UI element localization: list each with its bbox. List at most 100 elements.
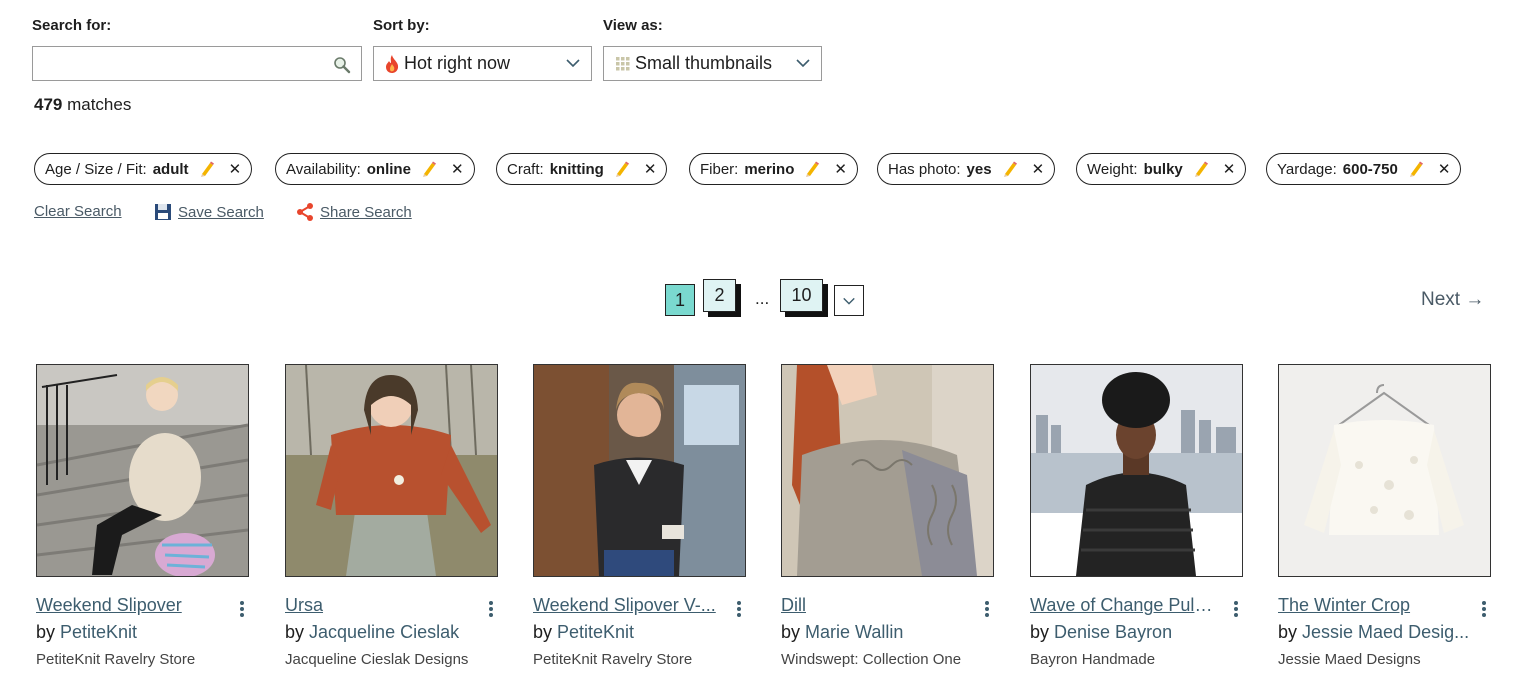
pattern-card[interactable]: The Winter Crop by Jessie Maed Desig... … — [1278, 364, 1491, 668]
remove-filter-icon[interactable]: ✕ — [644, 160, 657, 178]
pattern-byline: by Marie Wallin — [781, 622, 981, 643]
page-button-2[interactable]: 2 — [703, 279, 736, 312]
pattern-source: PetiteKnit Ravelry Store — [533, 651, 693, 668]
clear-search-link[interactable]: Clear Search — [34, 203, 122, 220]
filter-chip-availability[interactable]: Availability: online ✕ — [275, 153, 475, 185]
pattern-byline: by Jacqueline Cieslak — [285, 622, 485, 643]
grid-icon — [616, 56, 630, 70]
pattern-thumbnail[interactable] — [36, 364, 249, 577]
view-select[interactable]: Small thumbnails — [603, 46, 822, 81]
pattern-title-link[interactable]: The Winter Crop — [1278, 595, 1464, 616]
pencil-icon[interactable] — [421, 161, 437, 177]
pattern-thumbnail[interactable] — [781, 364, 994, 577]
pattern-card[interactable]: Ursa by Jacqueline Cieslak Jacqueline Ci… — [285, 364, 498, 668]
filter-key: Craft: — [507, 160, 544, 178]
pattern-source: Windswept: Collection One — [781, 651, 962, 668]
filter-chip-yardage[interactable]: Yardage: 600-750 ✕ — [1266, 153, 1462, 185]
filter-chip-weight[interactable]: Weight: bulky ✕ — [1076, 153, 1247, 185]
filter-value: adult — [152, 160, 189, 178]
page-dropdown-button[interactable] — [834, 285, 864, 316]
search-input-wrapper[interactable] — [32, 46, 362, 81]
filter-chip-has-photo[interactable]: Has photo: yes ✕ — [877, 153, 1056, 185]
filter-key: Has photo: — [888, 160, 961, 178]
filter-value: knitting — [549, 160, 604, 178]
floppy-disk-icon — [155, 204, 171, 220]
pattern-thumbnail[interactable] — [533, 364, 746, 577]
pattern-title-link[interactable]: Weekend Slipover V-... — [533, 595, 719, 616]
save-search-link[interactable]: Save Search — [154, 203, 264, 221]
pattern-author-link[interactable]: PetiteKnit — [60, 622, 137, 642]
pattern-by-prefix: by — [1030, 622, 1055, 642]
pattern-by-prefix: by — [781, 622, 806, 642]
filter-value: 600-750 — [1342, 160, 1398, 178]
pattern-card[interactable]: Dill by Marie Wallin Windswept: Collecti… — [781, 364, 994, 668]
pattern-title-link[interactable]: Dill — [781, 595, 967, 616]
more-options-icon[interactable] — [736, 600, 742, 618]
pencil-icon[interactable] — [1193, 161, 1209, 177]
pattern-author-link[interactable]: Jacqueline Cieslak — [309, 622, 459, 642]
share-search-label[interactable]: Share Search — [320, 204, 412, 221]
more-options-icon[interactable] — [984, 600, 990, 618]
filter-key: Fiber: — [700, 160, 739, 178]
pattern-source: Jacqueline Cieslak Designs — [285, 651, 469, 668]
filter-value: yes — [966, 160, 992, 178]
remove-filter-icon[interactable]: ✕ — [834, 160, 847, 178]
result-count-number: 479 — [34, 95, 63, 114]
pattern-source: PetiteKnit Ravelry Store — [36, 651, 196, 668]
more-options-icon[interactable] — [239, 600, 245, 618]
pencil-icon[interactable] — [614, 161, 630, 177]
filter-key: Age / Size / Fit: — [45, 160, 147, 178]
sort-select[interactable]: Hot right now — [373, 46, 592, 81]
more-options-icon[interactable] — [488, 600, 494, 618]
page-button-10[interactable]: 10 — [780, 279, 823, 312]
pattern-author-link[interactable]: Marie Wallin — [805, 622, 903, 642]
pattern-title-link[interactable]: Weekend Slipover — [36, 595, 222, 616]
sort-label: Sort by: — [373, 17, 430, 34]
filter-chip-fiber[interactable]: Fiber: merino ✕ — [689, 153, 858, 185]
pattern-thumbnail[interactable] — [1278, 364, 1491, 577]
filter-chip-craft[interactable]: Craft: knitting ✕ — [496, 153, 668, 185]
search-input[interactable] — [41, 48, 335, 79]
next-page-link[interactable]: Next → — [1421, 289, 1484, 311]
pattern-source: Jessie Maed Designs — [1278, 651, 1421, 668]
pencil-icon[interactable] — [804, 161, 820, 177]
share-search-link[interactable]: Share Search — [296, 203, 412, 221]
pencil-icon[interactable] — [199, 161, 215, 177]
pattern-by-prefix: by — [1278, 622, 1303, 642]
remove-filter-icon[interactable]: ✕ — [229, 160, 242, 178]
pattern-card[interactable]: Weekend Slipover by PetiteKnit PetiteKni… — [36, 364, 249, 668]
filter-value: bulky — [1143, 160, 1183, 178]
filter-chip-age-size-fit[interactable]: Age / Size / Fit: adult ✕ — [34, 153, 253, 185]
remove-filter-icon[interactable]: ✕ — [1223, 160, 1236, 178]
pattern-thumbnail[interactable] — [285, 364, 498, 577]
pattern-byline: by Jessie Maed Desig... — [1278, 622, 1478, 643]
pattern-title-link[interactable]: Wave of Change Pullo... — [1030, 595, 1216, 616]
pattern-author-link[interactable]: PetiteKnit — [557, 622, 634, 642]
share-icon — [297, 203, 313, 221]
view-selected-value: Small thumbnails — [635, 53, 773, 73]
result-count-suffix: matches — [62, 95, 132, 114]
sort-selected-value: Hot right now — [404, 53, 511, 73]
pattern-thumbnail[interactable] — [1030, 364, 1243, 577]
pencil-icon[interactable] — [1002, 161, 1018, 177]
pattern-card[interactable]: Weekend Slipover V-... by PetiteKnit Pet… — [533, 364, 746, 668]
pattern-card[interactable]: Wave of Change Pullo... by Denise Bayron… — [1030, 364, 1243, 668]
save-search-label[interactable]: Save Search — [178, 204, 264, 221]
pattern-author-link[interactable]: Jessie Maed Desig... — [1302, 622, 1469, 642]
view-label: View as: — [603, 17, 663, 34]
pattern-byline: by Denise Bayron — [1030, 622, 1230, 643]
more-options-icon[interactable] — [1481, 600, 1487, 618]
pattern-author-link[interactable]: Denise Bayron — [1054, 622, 1172, 642]
page-button-current[interactable]: 1 — [665, 284, 695, 316]
remove-filter-icon[interactable]: ✕ — [451, 160, 464, 178]
pattern-byline: by PetiteKnit — [533, 622, 733, 643]
remove-filter-icon[interactable]: ✕ — [1438, 160, 1451, 178]
more-options-icon[interactable] — [1233, 600, 1239, 618]
pattern-source: Bayron Handmade — [1030, 651, 1156, 668]
fire-icon — [386, 54, 399, 73]
pattern-title-link[interactable]: Ursa — [285, 595, 471, 616]
pattern-by-prefix: by — [36, 622, 61, 642]
search-icon[interactable] — [333, 56, 351, 74]
pencil-icon[interactable] — [1408, 161, 1424, 177]
remove-filter-icon[interactable]: ✕ — [1032, 160, 1045, 178]
